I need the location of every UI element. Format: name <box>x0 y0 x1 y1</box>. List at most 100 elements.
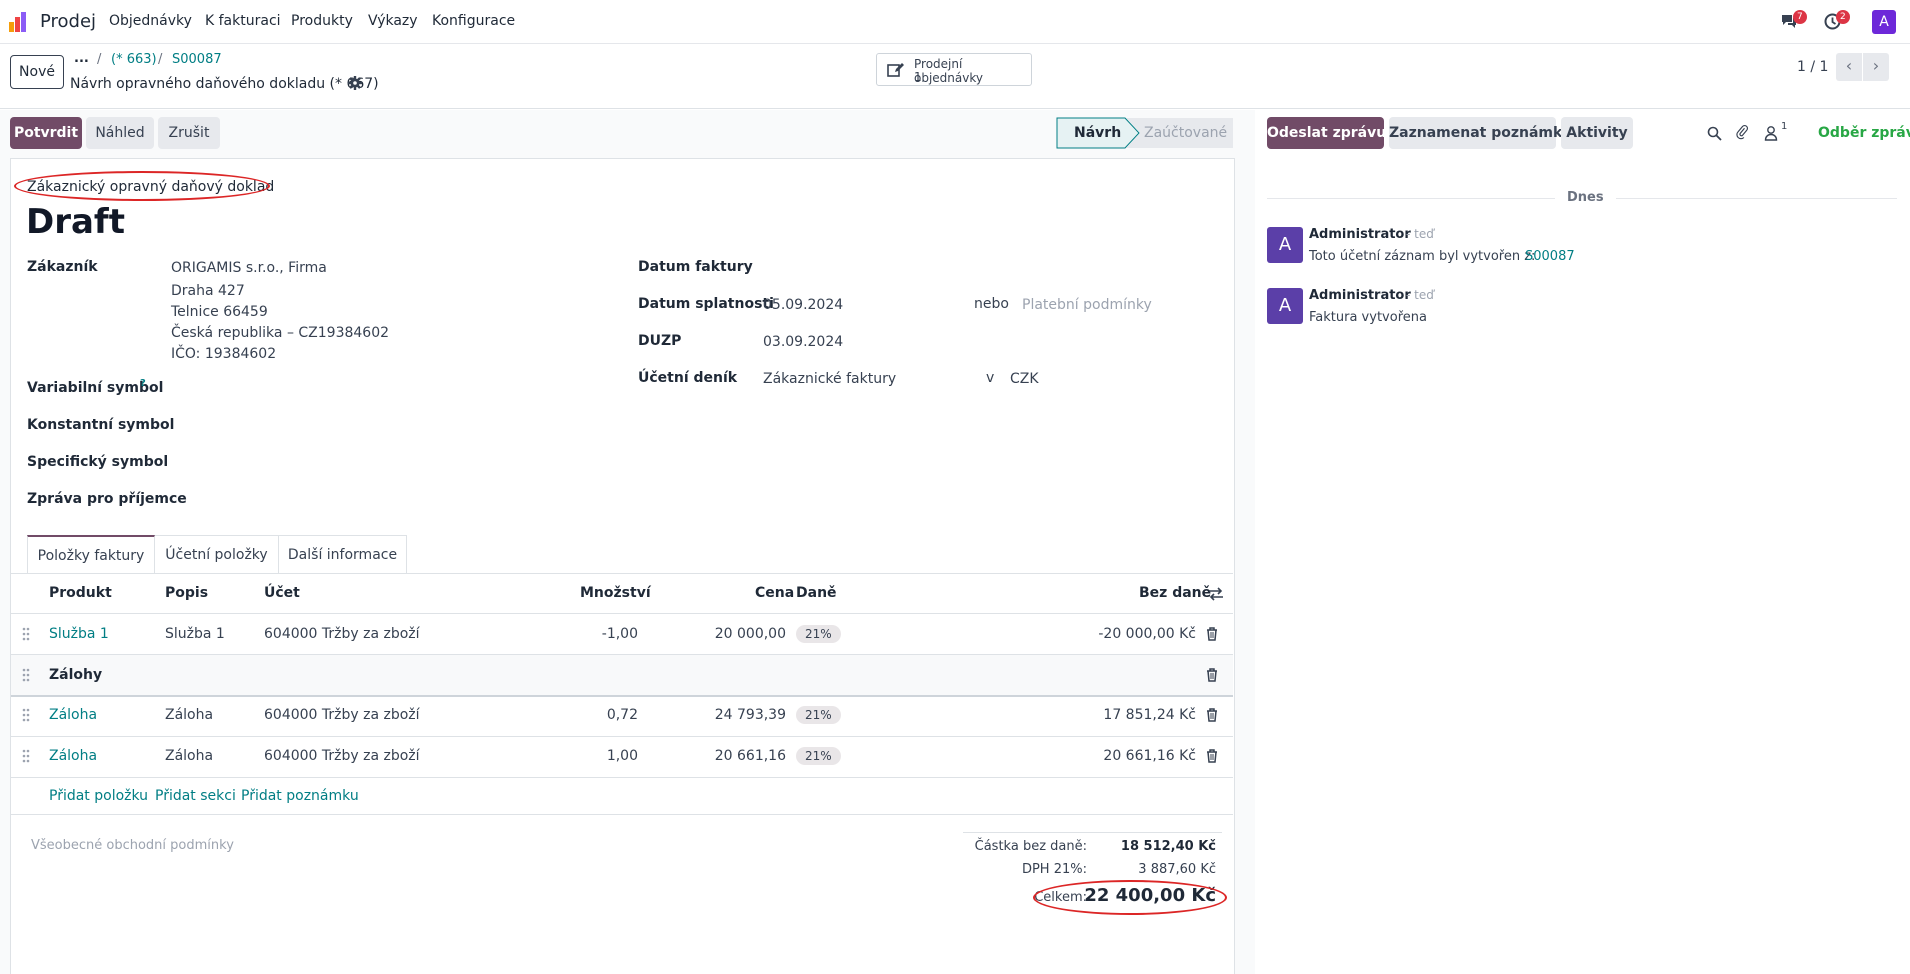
breadcrumb-credit-note[interactable]: (* 663) <box>111 52 157 67</box>
smart-button-label: Prodejní objednávky <box>914 57 983 85</box>
tab-journal-items[interactable]: Účetní položky <box>155 535 279 573</box>
breadcrumb-sale-order[interactable]: S00087 <box>172 52 222 67</box>
add-line-link[interactable]: Přidat položku <box>49 788 148 804</box>
menu-to-invoice[interactable]: K fakturaci <box>205 13 281 29</box>
section-label[interactable]: Zálohy <box>49 667 102 683</box>
row-product[interactable]: Služba 1 <box>49 626 109 642</box>
add-section-link[interactable]: Přidat sekci <box>155 788 236 804</box>
breadcrumb-separator: / <box>97 52 102 67</box>
message-avatar[interactable]: A <box>1267 288 1303 324</box>
add-note-link[interactable]: Přidat poznámku <box>241 788 359 804</box>
preview-button[interactable]: Náhled <box>86 117 154 149</box>
untaxed-value: 18 512,40 Kč <box>1120 839 1216 854</box>
help-tooltip-icon[interactable]: ? <box>140 378 146 389</box>
tax-badge[interactable]: 21% <box>796 625 841 643</box>
activities-button[interactable]: Aktivity <box>1561 117 1633 149</box>
menu-configuration[interactable]: Konfigurace <box>432 13 515 29</box>
customer-name[interactable]: ORIGAMIS s.r.o., Firma <box>171 260 327 276</box>
row-price[interactable]: 20 661,16 <box>715 748 786 764</box>
col-subtotal[interactable]: Bez daně <box>1139 585 1211 601</box>
row-product[interactable]: Záloha <box>49 748 97 764</box>
app-logo-icon[interactable] <box>9 12 31 32</box>
row-account[interactable]: 604000 Tržby za zboží <box>264 748 420 764</box>
trash-icon[interactable] <box>1206 708 1218 722</box>
trash-icon[interactable] <box>1206 749 1218 763</box>
search-icon[interactable] <box>1707 126 1722 145</box>
drag-handle-icon[interactable] <box>22 708 30 722</box>
row-quantity[interactable]: 0,72 <box>607 707 638 723</box>
col-description[interactable]: Popis <box>165 585 208 601</box>
message-link[interactable]: S00087 <box>1525 249 1575 264</box>
trash-icon[interactable] <box>1206 668 1218 682</box>
row-quantity[interactable]: 1,00 <box>607 748 638 764</box>
status-draft[interactable]: Návrh <box>1074 125 1121 141</box>
invoice-date-label: Datum faktury <box>638 259 753 275</box>
edit-icon <box>887 62 905 82</box>
pager-value[interactable]: 1 / 1 <box>1797 59 1828 75</box>
row-quantity[interactable]: -1,00 <box>602 626 638 642</box>
optional-columns-icon[interactable] <box>1208 587 1224 605</box>
tax-badge[interactable]: 21% <box>796 706 841 724</box>
new-button[interactable]: Nové <box>10 55 64 89</box>
menu-reports[interactable]: Výkazy <box>368 13 418 29</box>
activity-badge: 2 <box>1836 10 1850 24</box>
drag-handle-icon[interactable] <box>22 668 30 682</box>
col-quantity[interactable]: Množství <box>580 585 651 601</box>
payment-terms-field[interactable]: Platební podmínky <box>1022 297 1152 313</box>
breadcrumb-ellipsis[interactable]: ... <box>74 51 89 66</box>
followers-icon[interactable] <box>1764 125 1778 145</box>
customer-label: Zákazník <box>27 259 98 275</box>
journal-field[interactable]: Zákaznické faktury <box>763 371 896 387</box>
col-taxes[interactable]: Daně <box>796 585 837 601</box>
message-avatar[interactable]: A <box>1267 227 1303 263</box>
row-price[interactable]: 24 793,39 <box>715 707 786 723</box>
send-message-button[interactable]: Odeslat zprávu <box>1267 117 1386 149</box>
smart-button-sale-orders[interactable]: Prodejní objednávky 1 <box>876 53 1032 86</box>
message-body: Toto účetní záznam byl vytvořen z: <box>1309 249 1536 264</box>
cancel-button[interactable]: Zrušit <box>158 117 220 149</box>
currency-field[interactable]: CZK <box>1010 371 1039 387</box>
terms-field[interactable]: Všeobecné obchodní podmínky <box>31 838 234 853</box>
in-text: v <box>986 370 995 386</box>
message-author[interactable]: Administrator <box>1309 288 1411 303</box>
tab-other-info[interactable]: Další informace <box>279 535 407 573</box>
duzp-field[interactable]: 03.09.2024 <box>763 334 843 350</box>
menu-products[interactable]: Produkty <box>291 13 353 29</box>
row-account[interactable]: 604000 Tržby za zboží <box>264 626 420 642</box>
user-avatar[interactable]: A <box>1872 10 1896 34</box>
section-row[interactable] <box>11 655 1233 697</box>
row-description[interactable]: Služba 1 <box>165 626 225 642</box>
row-account[interactable]: 604000 Tržby za zboží <box>264 707 420 723</box>
row-description[interactable]: Záloha <box>165 707 213 723</box>
control-panel: Nové ... / (* 663) / S00087 Návrh opravn… <box>0 45 1910 109</box>
journal-label: Účetní deník <box>638 370 738 386</box>
col-account[interactable]: Účet <box>264 585 300 601</box>
drag-handle-icon[interactable] <box>22 749 30 763</box>
row-product[interactable]: Záloha <box>49 707 97 723</box>
col-product[interactable]: Produkt <box>49 585 112 601</box>
tab-invoice-lines[interactable]: Položky faktury <box>27 535 155 573</box>
log-note-button[interactable]: Zaznamenat poznámku <box>1389 117 1572 149</box>
trash-icon[interactable] <box>1206 627 1218 641</box>
chat-badge: 7 <box>1793 10 1807 24</box>
pager-prev-button[interactable]: ‹ <box>1836 53 1862 81</box>
follow-button[interactable]: Odběr zpráv <box>1818 125 1910 141</box>
app-name[interactable]: Prodej <box>40 11 96 32</box>
message-time: - teď <box>1406 227 1434 241</box>
gear-icon[interactable] <box>348 76 362 94</box>
pager-next-button[interactable]: › <box>1863 53 1889 81</box>
row-price[interactable]: 20 000,00 <box>715 626 786 642</box>
message-body: Faktura vytvořena <box>1309 310 1427 325</box>
message-author[interactable]: Administrator <box>1309 227 1411 242</box>
row-description[interactable]: Záloha <box>165 748 213 764</box>
table-footer-divider <box>11 814 1233 815</box>
col-price[interactable]: Cena <box>755 585 794 601</box>
menu-orders[interactable]: Objednávky <box>109 13 192 29</box>
paperclip-icon[interactable] <box>1736 124 1750 145</box>
tax-badge[interactable]: 21% <box>796 747 841 765</box>
drag-handle-icon[interactable] <box>22 627 30 641</box>
status-posted[interactable]: Zaúčtované <box>1144 125 1227 141</box>
confirm-button[interactable]: Potvrdit <box>10 117 82 149</box>
record-title: Návrh opravného daňového dokladu (* 667) <box>70 76 379 92</box>
due-date-field[interactable]: 05.09.2024 <box>763 297 843 313</box>
